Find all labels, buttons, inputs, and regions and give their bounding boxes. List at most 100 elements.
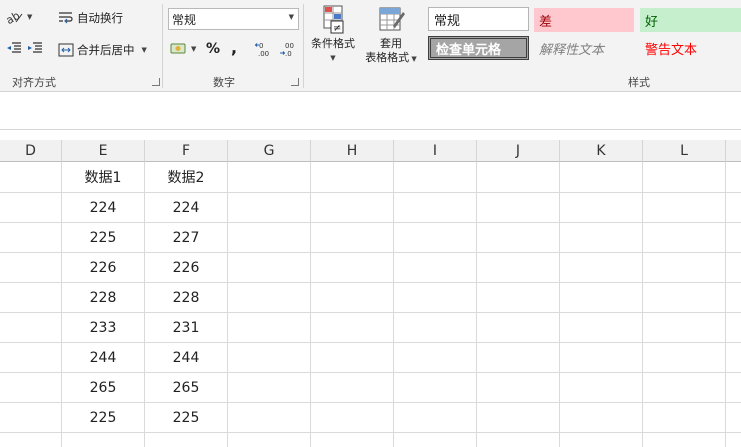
style-normal[interactable]: 常规 (428, 7, 529, 31)
increase-decimal-icon: 0.00 (255, 41, 273, 57)
style-explanatory[interactable]: 解释性文本 (534, 36, 634, 60)
column-letter: J (515, 142, 521, 159)
wrap-text-button[interactable]: 自动换行 (58, 10, 123, 26)
cell-e[interactable]: 224 (62, 193, 144, 223)
chevron-down-icon: ▼ (191, 45, 197, 53)
column-header-f[interactable]: F (145, 140, 228, 162)
column-header-d[interactable]: D (0, 140, 62, 162)
column-header-j[interactable]: J (477, 140, 560, 162)
style-bad-label: 差 (539, 14, 553, 30)
gridline (393, 162, 394, 447)
percent-button[interactable]: % (206, 41, 220, 57)
chevron-down-icon: ▼ (27, 13, 33, 21)
chevron-down-icon: ▼ (141, 46, 147, 54)
format-as-table-icon (376, 4, 406, 36)
cell-f[interactable]: 226 (145, 253, 227, 283)
format-as-table-button[interactable]: 套用 表格格式 ▼ (362, 4, 420, 66)
wrap-text-icon (58, 11, 74, 25)
column-letter: I (432, 142, 438, 159)
sheet-gap (0, 130, 741, 140)
decrease-decimal-button[interactable]: 00.0 (279, 41, 297, 57)
orientation-button[interactable]: ab ▼ (6, 10, 32, 24)
svg-text:.0: .0 (285, 50, 292, 57)
group-separator (162, 4, 163, 88)
column-letter: F (181, 142, 191, 159)
alignment-group-label: 对齐方式 (12, 76, 56, 89)
gridline (227, 162, 228, 447)
column-letter: K (596, 142, 606, 159)
column-letter: H (346, 142, 358, 159)
style-warning[interactable]: 警告文本 (640, 36, 741, 60)
merge-cells-icon (58, 43, 74, 57)
style-normal-label: 常规 (434, 13, 461, 29)
gridline (642, 162, 643, 447)
styles-group-label: 样式 (628, 76, 650, 89)
svg-text:.00: .00 (258, 50, 269, 57)
increase-indent-icon (27, 42, 43, 54)
svg-text:00: 00 (285, 42, 294, 50)
chevron-down-icon: ▼ (288, 13, 294, 21)
formula-bar-area (0, 93, 741, 130)
decrease-indent-button[interactable] (6, 42, 22, 54)
number-dialog-launcher[interactable] (291, 78, 299, 86)
cell-f[interactable]: 265 (145, 373, 227, 403)
cell-e-header[interactable]: 数据1 (62, 162, 144, 192)
column-letter: E (98, 142, 108, 159)
number-format-select[interactable]: 常规 ▼ (168, 8, 299, 30)
cell-f[interactable]: 225 (145, 403, 227, 433)
text-orientation-icon: ab (6, 10, 24, 24)
cell-f[interactable]: 244 (145, 343, 227, 373)
column-header-l[interactable]: L (643, 140, 726, 162)
column-header-k[interactable]: K (560, 140, 643, 162)
style-bad[interactable]: 差 (534, 8, 634, 32)
cell-f[interactable]: 231 (145, 313, 227, 343)
cell-f-header[interactable]: 数据2 (145, 162, 227, 192)
gridline (476, 162, 477, 447)
conditional-format-button[interactable]: ≠ 条件格式 ▼ (308, 4, 358, 65)
cell-e[interactable]: 233 (62, 313, 144, 343)
chevron-down-icon: ▼ (330, 54, 336, 62)
gridline (725, 162, 726, 447)
number-format-value: 常规 (172, 12, 197, 27)
style-check-cell[interactable]: 检查单元格 (428, 36, 529, 60)
alignment-dialog-launcher[interactable] (152, 78, 160, 86)
column-header-e[interactable]: E (62, 140, 145, 162)
comma-label: , (231, 38, 238, 57)
accounting-format-button[interactable]: ▼ (170, 42, 196, 56)
cell-e[interactable]: 226 (62, 253, 144, 283)
cell-f[interactable]: 227 (145, 223, 227, 253)
increase-decimal-button[interactable]: 0.00 (255, 41, 273, 57)
svg-text:≠: ≠ (333, 23, 341, 34)
merge-center-button[interactable]: 合并后居中 ▼ (58, 42, 147, 58)
decrease-indent-icon (6, 42, 22, 54)
cell-e[interactable]: 244 (62, 343, 144, 373)
cell-e[interactable]: 228 (62, 283, 144, 313)
style-good-label: 好 (645, 14, 659, 30)
gridline (559, 162, 560, 447)
style-good[interactable]: 好 (640, 8, 741, 32)
group-separator (303, 4, 304, 88)
svg-text:0: 0 (259, 42, 263, 50)
column-header-h[interactable]: H (311, 140, 394, 162)
currency-icon (170, 42, 188, 56)
column-header-i[interactable]: I (394, 140, 477, 162)
column-header-g[interactable]: G (228, 140, 311, 162)
column-letter: G (263, 142, 275, 159)
comma-button[interactable]: , (231, 38, 237, 57)
cell-f[interactable]: 228 (145, 283, 227, 313)
decrease-decimal-icon: 00.0 (279, 41, 297, 57)
table-format-label-line1: 套用 (380, 37, 402, 50)
cell-e[interactable]: 225 (62, 403, 144, 433)
column-header-partial (726, 140, 741, 162)
cell-f[interactable]: 224 (145, 193, 227, 223)
number-group-label: 数字 (213, 76, 235, 89)
percent-label: % (206, 41, 221, 57)
cell-e[interactable]: 265 (62, 373, 144, 403)
conditional-format-icon: ≠ (318, 4, 348, 36)
conditional-format-label: 条件格式 (311, 37, 355, 50)
column-letter: L (680, 142, 688, 159)
style-explanatory-label: 解释性文本 (539, 42, 605, 58)
increase-indent-button[interactable] (27, 42, 43, 54)
style-check-cell-label: 检查单元格 (436, 42, 502, 58)
cell-e[interactable]: 225 (62, 223, 144, 253)
